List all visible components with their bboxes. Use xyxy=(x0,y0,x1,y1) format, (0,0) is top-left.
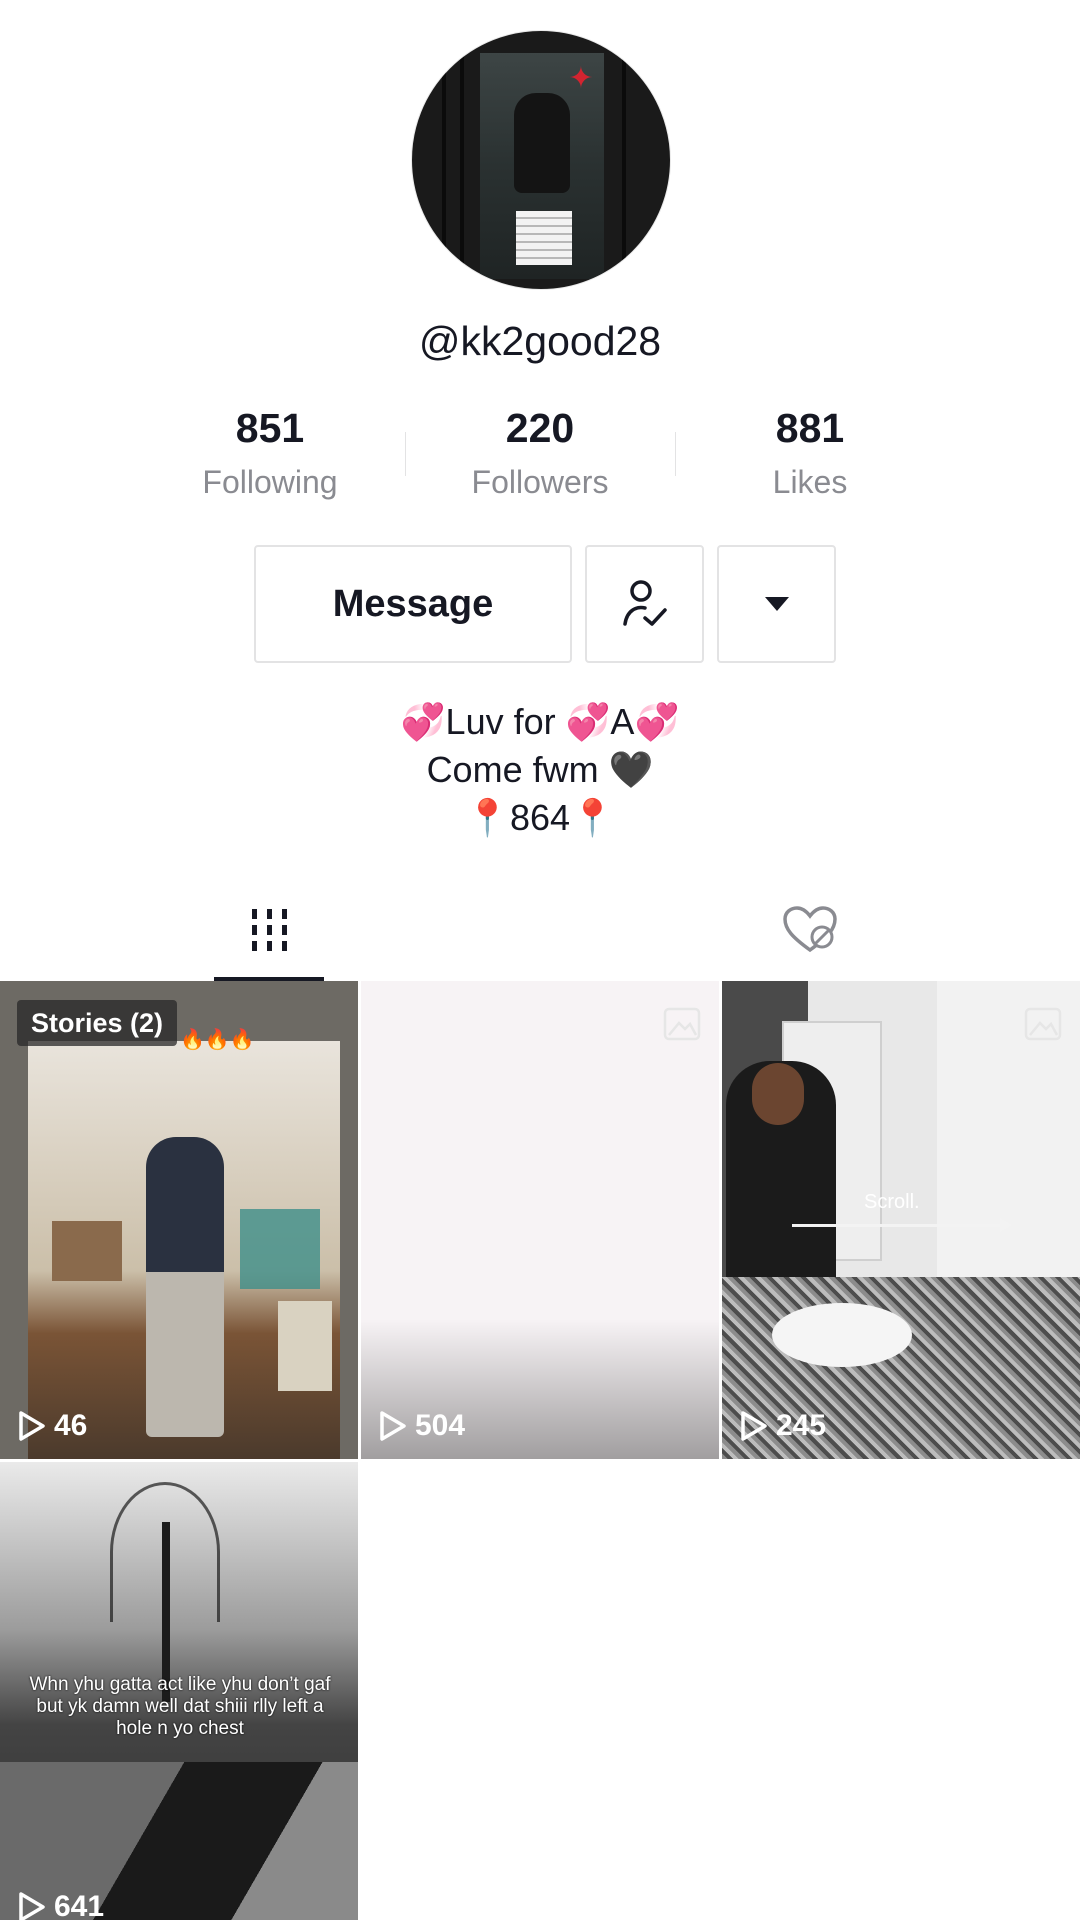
user-check-icon xyxy=(622,580,667,626)
video-tile[interactable]: 🔥🔥🔥 Stories (2) 46 xyxy=(0,981,358,1459)
video-overlay-text: 🔥🔥🔥 xyxy=(180,1029,255,1051)
more-options-button[interactable] xyxy=(717,545,836,663)
likes-label: Likes xyxy=(772,464,848,500)
view-count-value: 641 xyxy=(54,1890,105,1920)
view-count: 245 xyxy=(740,1409,826,1443)
stats-divider xyxy=(675,432,676,476)
tab-liked[interactable] xyxy=(540,880,1080,980)
following-count: 851 xyxy=(235,405,305,451)
profile-username: @kk2good28 xyxy=(418,318,662,364)
avatar-artwork: ✦ xyxy=(480,53,604,279)
stats-divider xyxy=(405,432,406,476)
tab-videos[interactable] xyxy=(0,880,540,980)
bio-line: 📍864📍 xyxy=(465,797,615,838)
video-tile[interactable]: 504 xyxy=(361,981,719,1459)
thumb-desk xyxy=(52,1221,122,1281)
play-icon xyxy=(741,1411,767,1441)
stat-likes[interactable]: 881 Likes xyxy=(690,402,930,501)
thumb-chair xyxy=(278,1301,332,1391)
view-count-value: 46 xyxy=(54,1409,88,1442)
friends-button[interactable] xyxy=(585,545,704,663)
thumb-sink xyxy=(772,1303,912,1367)
thumb-window xyxy=(240,1209,320,1289)
video-overlay-text: Scroll. xyxy=(864,1191,920,1213)
profile-avatar[interactable]: ✦ xyxy=(411,30,671,290)
play-icon xyxy=(19,1411,45,1441)
stories-badge[interactable]: Stories (2) xyxy=(17,1000,178,1046)
view-count: 504 xyxy=(379,1409,465,1443)
avatar-cash-stack xyxy=(516,211,572,265)
view-count: 46 xyxy=(18,1409,87,1443)
avatar-stripe xyxy=(622,31,626,289)
view-count-value: 504 xyxy=(415,1409,466,1442)
jumpman-logo-icon: ✦ xyxy=(568,62,594,95)
play-icon xyxy=(380,1411,406,1441)
thumb-face xyxy=(752,1063,804,1125)
caret-down-icon xyxy=(764,597,789,611)
view-count: 641 xyxy=(18,1890,104,1920)
videos-grid-icon xyxy=(252,909,287,951)
stat-followers[interactable]: 220 Followers xyxy=(420,402,660,501)
followers-count: 220 xyxy=(505,405,575,451)
likes-count: 881 xyxy=(775,405,845,451)
bio-line: Come fwm 🖤 xyxy=(426,749,654,790)
message-button[interactable]: Message xyxy=(254,545,572,663)
following-label: Following xyxy=(202,464,338,500)
photo-icon xyxy=(663,1007,701,1041)
liked-heart-hidden-icon xyxy=(783,906,837,953)
thumb-person xyxy=(146,1137,224,1437)
avatar-figure xyxy=(514,93,570,193)
photo-icon xyxy=(1024,1007,1062,1041)
stat-following[interactable]: 851 Following xyxy=(150,402,390,501)
avatar-stripe xyxy=(442,31,446,289)
bio-line: 💞Luv for 💞A💞 xyxy=(400,701,680,742)
view-count-value: 245 xyxy=(776,1409,827,1442)
video-thumbnail xyxy=(28,1041,340,1459)
video-tile[interactable]: Scroll. 245 xyxy=(722,981,1080,1459)
video-tile[interactable]: Whn yhu gatta act like yhu don’t gaf but… xyxy=(0,1462,358,1920)
arrow-right-icon xyxy=(792,1218,1012,1232)
stats-row: 851 Following 220 Followers 881 Likes xyxy=(0,402,1080,512)
play-icon xyxy=(19,1892,45,1920)
video-overlay-text: Whn yhu gatta act like yhu don’t gaf but… xyxy=(29,1674,331,1739)
profile-bio: 💞Luv for 💞A💞 Come fwm 🖤 📍864📍 xyxy=(0,698,1080,842)
followers-label: Followers xyxy=(471,464,609,500)
profile-tabs xyxy=(0,880,1080,982)
avatar-stripe xyxy=(460,31,464,289)
